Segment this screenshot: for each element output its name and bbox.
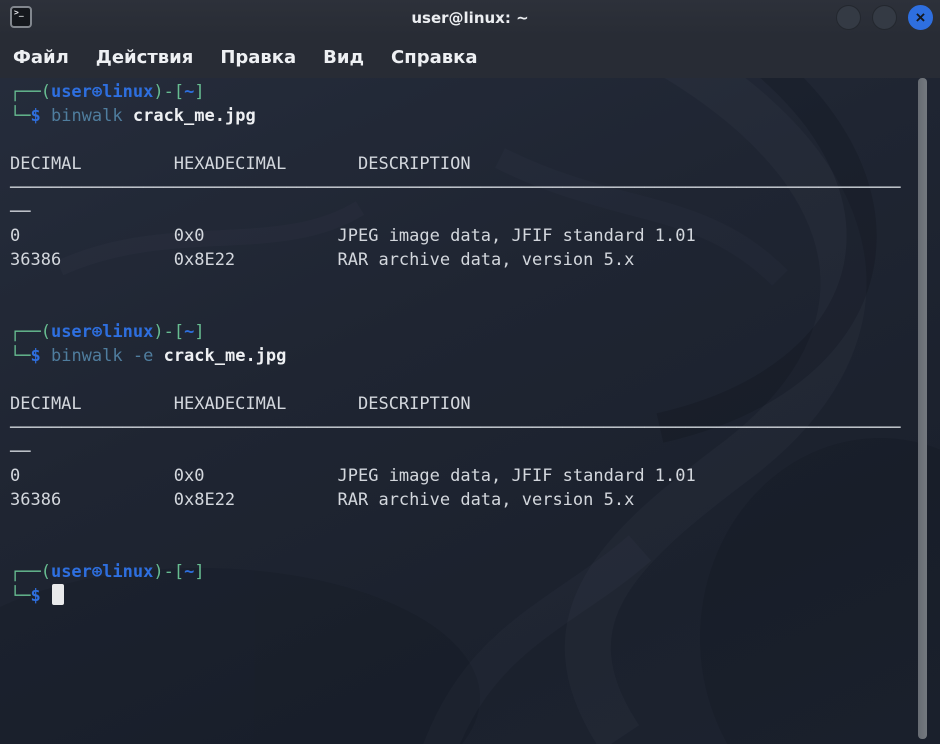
terminal-line xyxy=(10,512,926,536)
terminal-text-segment: ~ xyxy=(184,562,194,582)
terminal-text-segment: ────────────────────────────────────────… xyxy=(10,418,900,438)
terminal-text-segment: ┌──( xyxy=(10,82,51,102)
terminal-line: 0 0x0 JPEG image data, JFIF standard 1.0… xyxy=(10,224,926,248)
terminal-line: ────────────────────────────────────────… xyxy=(10,416,926,440)
scrollbar-thumb[interactable] xyxy=(918,78,927,739)
terminal-text-segment: ┌──( xyxy=(10,322,51,342)
terminal-text-segment: )-[ xyxy=(153,82,184,102)
terminal-prompt-glyph: >_ xyxy=(14,9,24,17)
terminal-line: DECIMAL HEXADECIMAL DESCRIPTION xyxy=(10,392,926,416)
menu-item-help[interactable]: Справка xyxy=(391,47,477,68)
terminal-line: DECIMAL HEXADECIMAL DESCRIPTION xyxy=(10,152,926,176)
terminal-cursor xyxy=(52,584,64,605)
terminal-text-segment: linux xyxy=(102,562,153,582)
terminal-window: >_ user@linux: ~ × Файл Действия Правка … xyxy=(0,0,940,744)
terminal-line: 0 0x0 JPEG image data, JFIF standard 1.0… xyxy=(10,464,926,488)
terminal-text-segment: linux xyxy=(102,322,153,342)
window-titlebar: >_ user@linux: ~ × xyxy=(0,0,940,36)
terminal-line: └─$ xyxy=(10,584,926,608)
terminal-area[interactable]: ┌──(user⊕linux)-[~]└─$ binwalk crack_me.… xyxy=(0,78,940,744)
terminal-text-segment: └─ xyxy=(10,106,30,126)
terminal-line: 36386 0x8E22 RAR archive data, version 5… xyxy=(10,488,926,512)
terminal-text-segment: 0 0x0 JPEG image data, JFIF standard 1.0… xyxy=(10,466,696,486)
terminal-text-segment: └─ xyxy=(10,346,30,366)
close-button[interactable]: × xyxy=(908,5,933,30)
terminal-text-segment: $ xyxy=(30,346,50,366)
terminal-text-segment: ] xyxy=(194,562,204,582)
terminal-line: ────────────────────────────────────────… xyxy=(10,176,926,200)
terminal-text-segment: ┌──( xyxy=(10,562,51,582)
terminal-text-segment: ] xyxy=(194,82,204,102)
window-controls: × xyxy=(836,5,933,30)
terminal-line: ┌──(user⊕linux)-[~] xyxy=(10,80,926,104)
terminal-line: 36386 0x8E22 RAR archive data, version 5… xyxy=(10,248,926,272)
terminal-text-segment: └─ xyxy=(10,586,30,606)
terminal-text-segment: )-[ xyxy=(153,322,184,342)
terminal-text-segment: ── xyxy=(10,202,30,222)
terminal-line xyxy=(10,368,926,392)
terminal-text-segment: ⊕ xyxy=(92,322,102,342)
terminal-line xyxy=(10,296,926,320)
menu-item-file[interactable]: Файл xyxy=(13,47,69,68)
menu-bar: Файл Действия Правка Вид Справка xyxy=(0,36,940,78)
window-title: user@linux: ~ xyxy=(411,0,528,36)
terminal-app-icon: >_ xyxy=(10,6,32,28)
menu-item-edit[interactable]: Правка xyxy=(220,47,296,68)
terminal-line xyxy=(10,536,926,560)
menu-item-actions[interactable]: Действия xyxy=(96,47,194,68)
terminal-line xyxy=(10,272,926,296)
terminal-text-segment: ── xyxy=(10,442,30,462)
terminal-text-segment: 36386 0x8E22 RAR archive data, version 5… xyxy=(10,250,634,270)
terminal-text-segment: ⊕ xyxy=(92,82,102,102)
terminal-text-segment: -e xyxy=(133,346,164,366)
terminal-text-segment: ────────────────────────────────────────… xyxy=(10,178,900,198)
menu-item-view[interactable]: Вид xyxy=(323,47,364,68)
minimize-button[interactable] xyxy=(836,5,861,30)
maximize-button[interactable] xyxy=(872,5,897,30)
terminal-text-segment: user xyxy=(51,562,92,582)
terminal-line: └─$ binwalk -e crack_me.jpg xyxy=(10,344,926,368)
terminal-text-segment: DECIMAL HEXADECIMAL DESCRIPTION xyxy=(10,154,471,174)
terminal-text-segment: ~ xyxy=(184,322,194,342)
terminal-text-segment: 0 0x0 JPEG image data, JFIF standard 1.0… xyxy=(10,226,696,246)
terminal-text-segment: ] xyxy=(194,322,204,342)
terminal-text-segment: binwalk xyxy=(51,106,133,126)
terminal-line: ── xyxy=(10,440,926,464)
terminal-line xyxy=(10,128,926,152)
terminal-text-segment: linux xyxy=(102,82,153,102)
terminal-line: ┌──(user⊕linux)-[~] xyxy=(10,320,926,344)
terminal-output: ┌──(user⊕linux)-[~]└─$ binwalk crack_me.… xyxy=(0,78,926,744)
terminal-text-segment: user xyxy=(51,322,92,342)
terminal-text-segment: ~ xyxy=(184,82,194,102)
terminal-text-segment: $ xyxy=(30,586,50,606)
terminal-text-segment: ⊕ xyxy=(92,562,102,582)
terminal-text-segment: DECIMAL HEXADECIMAL DESCRIPTION xyxy=(10,394,471,414)
close-icon: × xyxy=(909,6,932,29)
terminal-text-segment: crack_me.jpg xyxy=(164,346,287,366)
terminal-text-segment: $ xyxy=(30,106,50,126)
terminal-line: ┌──(user⊕linux)-[~] xyxy=(10,560,926,584)
terminal-text-segment: 36386 0x8E22 RAR archive data, version 5… xyxy=(10,490,634,510)
terminal-text-segment: user xyxy=(51,82,92,102)
terminal-text-segment: crack_me.jpg xyxy=(133,106,256,126)
terminal-text-segment: binwalk xyxy=(51,346,133,366)
terminal-line: ── xyxy=(10,200,926,224)
terminal-text-segment: )-[ xyxy=(153,562,184,582)
terminal-line: └─$ binwalk crack_me.jpg xyxy=(10,104,926,128)
